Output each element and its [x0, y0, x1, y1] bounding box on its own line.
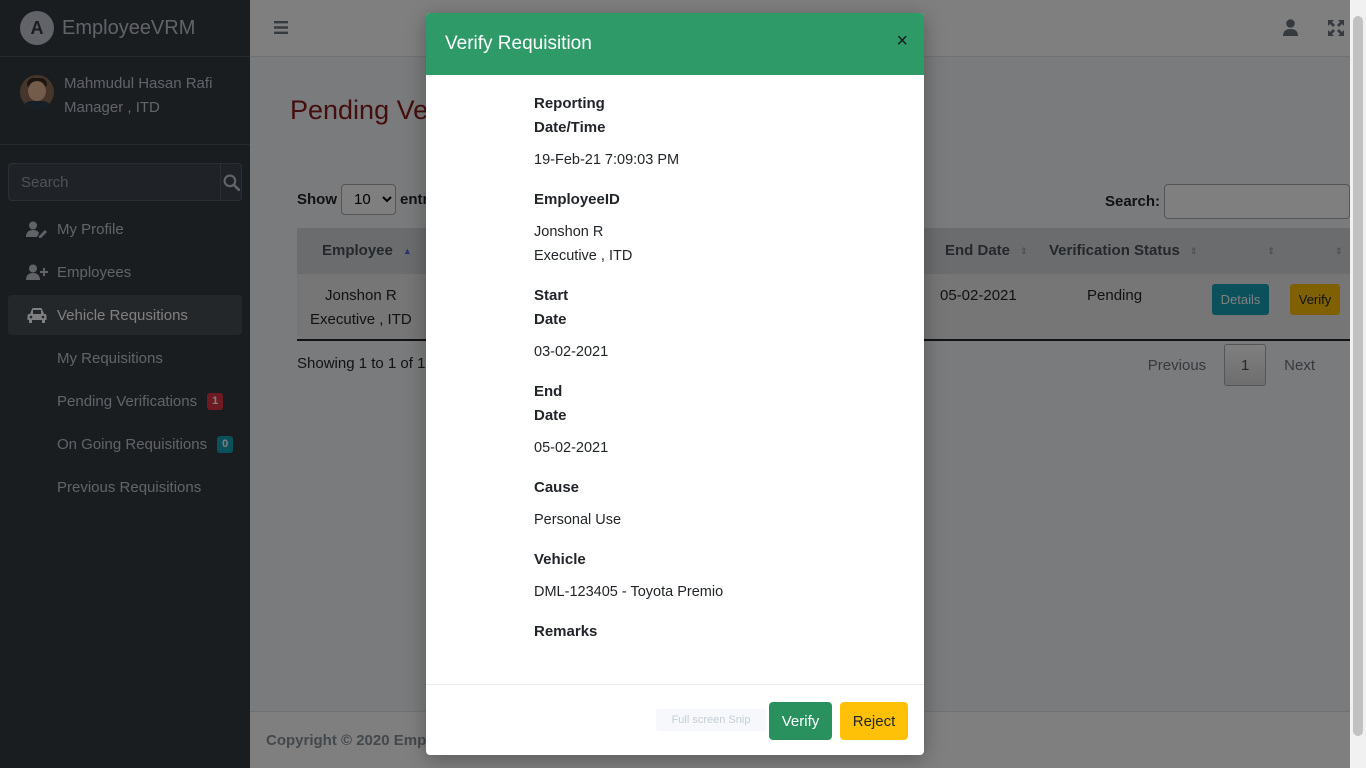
modal-footer: Full screen Snip Verify Reject — [426, 684, 924, 755]
modal-title: Verify Requisition — [445, 33, 592, 54]
verify-requisition-modal: Verify Requisition × Reporting Date/Time… — [426, 13, 924, 755]
verify-button[interactable]: Verify — [769, 702, 832, 740]
reporting-value: 19-Feb-21 7:09:03 PM — [534, 152, 680, 168]
employee-id-label: EmployeeID — [534, 191, 620, 208]
vehicle-label: Vehicle — [534, 551, 586, 568]
reporting-label: Reporting Date/Time — [534, 95, 606, 136]
close-icon[interactable]: × — [896, 30, 908, 52]
cause-label: Cause — [534, 479, 580, 496]
employee-id-value: Jonshon R Executive , ITD — [534, 224, 633, 264]
start-date-label: Start Date — [534, 287, 569, 328]
remarks-label: Remarks — [534, 623, 598, 640]
modal-header: Verify Requisition × — [426, 13, 924, 75]
vehicle-value: DML-123405 - Toyota Premio — [534, 584, 724, 600]
scrollbar-thumb[interactable] — [1353, 16, 1363, 736]
page-scrollbar[interactable] — [1350, 0, 1366, 768]
start-date-value: 03-02-2021 — [534, 344, 609, 360]
end-date-label: End Date — [534, 383, 567, 424]
snip-hint: Full screen Snip — [656, 709, 766, 731]
cause-value: Personal Use — [534, 512, 622, 528]
modal-body: Reporting Date/Time 19-Feb-21 7:09:03 PM… — [426, 75, 924, 685]
end-date-value: 05-02-2021 — [534, 440, 609, 456]
reject-button[interactable]: Reject — [840, 702, 908, 740]
